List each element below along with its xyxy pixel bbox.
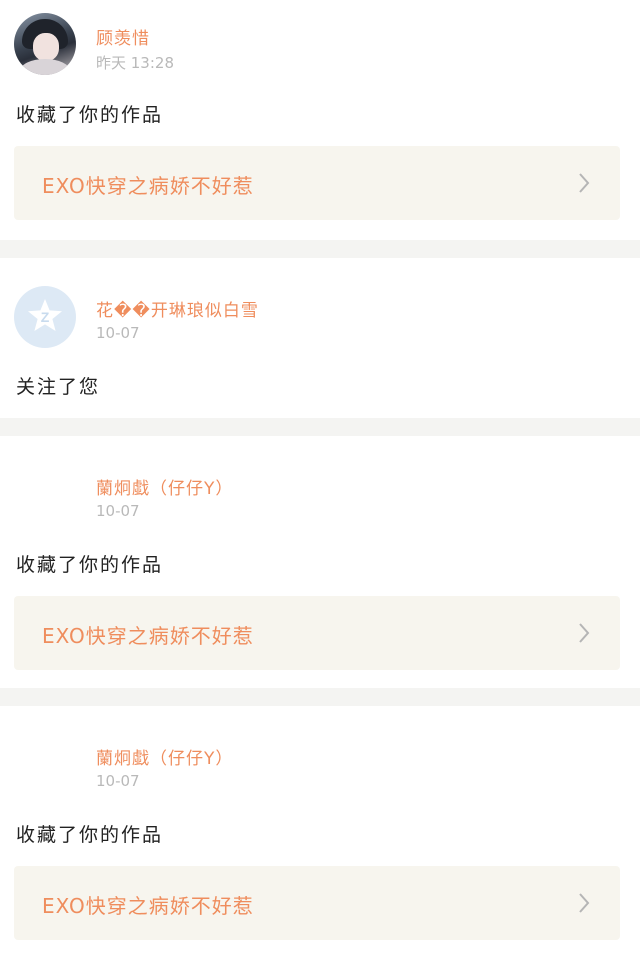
separator (0, 688, 640, 706)
work-title: EXO快穿之病娇不好惹 (42, 174, 254, 198)
action-text: 关注了您 (16, 376, 101, 398)
work-card[interactable]: EXO快穿之病娇不好惹 (14, 146, 620, 220)
work-title: EXO快穿之病娇不好惹 (42, 894, 254, 918)
notification-item: 顾羡惜 昨天 13:28 收藏了你的作品 EXO快穿之病娇不好惹 (0, 0, 640, 240)
username[interactable]: 花��开琳琅似白雪 (96, 296, 259, 321)
chevron-right-icon (579, 623, 590, 643)
chevron-right-icon (579, 173, 590, 193)
username[interactable]: 蘭炯戱（仔仔Y） (96, 744, 233, 769)
separator (0, 418, 640, 436)
work-card[interactable]: EXO快穿之病娇不好惹 (14, 866, 620, 940)
notification-item: Z 花��开琳琅似白雪 10-07 关注了您 (0, 258, 640, 418)
work-card[interactable]: EXO快穿之病娇不好惹 (14, 596, 620, 670)
timestamp: 10-07 (96, 502, 140, 520)
user-avatar[interactable] (14, 720, 76, 782)
timestamp: 昨天 13:28 (96, 54, 174, 72)
default-avatar-star-icon: Z (28, 299, 62, 331)
timestamp: 10-07 (96, 772, 140, 790)
username[interactable]: 顾羡惜 (96, 24, 150, 49)
user-avatar[interactable] (14, 450, 76, 512)
user-avatar[interactable]: Z (14, 286, 76, 348)
action-text: 收藏了你的作品 (16, 824, 164, 846)
svg-text:Z: Z (41, 309, 50, 325)
work-title: EXO快穿之病娇不好惹 (42, 624, 254, 648)
notification-item: 蘭炯戱（仔仔Y） 10-07 收藏了你的作品 EXO快穿之病娇不好惹 (0, 706, 640, 958)
action-text: 收藏了你的作品 (16, 554, 164, 576)
chevron-right-icon (579, 893, 590, 913)
user-avatar[interactable] (14, 13, 76, 75)
separator (0, 240, 640, 258)
notification-feed: 顾羡惜 昨天 13:28 收藏了你的作品 EXO快穿之病娇不好惹 Z 花��开琳… (0, 0, 640, 958)
notification-item: 蘭炯戱（仔仔Y） 10-07 收藏了你的作品 EXO快穿之病娇不好惹 (0, 436, 640, 688)
action-text: 收藏了你的作品 (16, 104, 164, 126)
timestamp: 10-07 (96, 324, 140, 342)
username[interactable]: 蘭炯戱（仔仔Y） (96, 474, 233, 499)
